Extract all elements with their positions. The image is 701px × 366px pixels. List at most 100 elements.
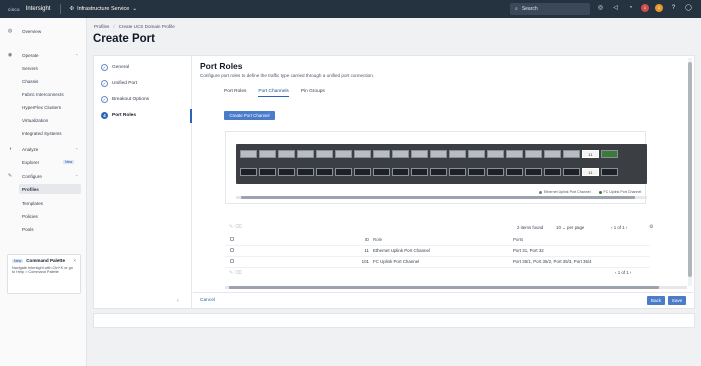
switch-port[interactable]	[468, 168, 485, 176]
switch-port[interactable]	[354, 150, 371, 158]
gear-icon[interactable]: ⚙	[649, 224, 653, 230]
switch-port[interactable]	[335, 168, 352, 176]
switch-port[interactable]	[525, 150, 542, 158]
sidebar-item-explorer[interactable]: Explorer New	[0, 157, 87, 167]
row-checkbox[interactable]	[230, 248, 234, 252]
help-icon[interactable]: ?	[669, 3, 678, 12]
switch-port[interactable]	[278, 168, 295, 176]
create-port-channel-button[interactable]: Create Port Channel	[224, 111, 275, 120]
switch-port[interactable]	[544, 150, 561, 158]
tab-port-channels[interactable]: Port Channels	[258, 89, 289, 97]
sidebar-item-pools[interactable]: Pools	[0, 224, 87, 234]
switch-port[interactable]	[411, 168, 428, 176]
switch-port[interactable]	[563, 168, 580, 176]
sidebar-item-hyperflex-clusters[interactable]: HyperFlex Clusters	[0, 102, 87, 112]
switch-port[interactable]	[487, 168, 504, 176]
cancel-button[interactable]: Cancel	[200, 298, 215, 303]
megaphone-icon[interactable]: ◁	[611, 3, 620, 12]
switch-port[interactable]	[487, 150, 504, 158]
scrollbar-thumb[interactable]	[688, 62, 692, 277]
tab-pin-groups[interactable]: Pin Groups	[301, 89, 325, 97]
switch-port[interactable]	[316, 168, 333, 176]
switch-port[interactable]	[373, 168, 390, 176]
top-bar: cisco Intersight ✣ Infrastructure Servic…	[0, 0, 701, 18]
switch-port[interactable]	[392, 150, 409, 158]
column-header-id[interactable]: ID	[243, 234, 373, 246]
switch-scrollbar[interactable]	[236, 196, 647, 199]
sidebar-item-label: Fabric Interconnects	[22, 91, 64, 97]
switch-port[interactable]	[544, 168, 561, 176]
check-circle-icon[interactable]: ◎	[596, 3, 605, 12]
sidebar-section-analyze[interactable]: ◑ Analyze ⌃	[0, 144, 87, 154]
pagination[interactable]: ‹ 1 of 1 ›	[611, 225, 627, 230]
switch-port[interactable]	[506, 150, 523, 158]
switch-port[interactable]	[240, 150, 257, 158]
sidebar-item-overview[interactable]: ◍ Overview	[0, 26, 87, 36]
sidebar-section-configure[interactable]: ✎ Configure ⌃	[0, 171, 87, 181]
column-header-ports[interactable]: Ports	[513, 234, 650, 246]
sidebar-item-integrated-systems[interactable]: Integrated Systems	[0, 128, 87, 138]
sidebar-item-chassis[interactable]: Chassis	[0, 76, 87, 86]
select-all-checkbox[interactable]	[230, 236, 234, 241]
back-button[interactable]: Back	[647, 296, 665, 305]
sidebar-item-profiles[interactable]: Profiles	[19, 184, 81, 194]
user-icon[interactable]: ◯	[684, 3, 693, 12]
close-icon[interactable]: ×	[73, 258, 76, 263]
table-row[interactable]: 101 FC Uplink Port Channel Port 35/1, Po…	[225, 256, 650, 268]
switch-port[interactable]	[373, 150, 390, 158]
table-row[interactable]: 11 Ethernet Uplink Port Channel Port 31,…	[225, 245, 650, 257]
step-port-roles[interactable]: 4 Port Roles	[101, 112, 136, 119]
active-step-indicator	[190, 109, 192, 123]
breadcrumb-link-profiles[interactable]: Profiles	[94, 24, 109, 29]
switch-port[interactable]	[297, 168, 314, 176]
switch-port[interactable]	[335, 150, 352, 158]
switch-port[interactable]	[392, 168, 409, 176]
sidebar-section-operate[interactable]: ◉ Operate ⌃	[0, 50, 87, 60]
switch-port[interactable]	[354, 168, 371, 176]
column-header-role[interactable]: Role	[373, 234, 513, 246]
switch-port[interactable]	[316, 150, 333, 158]
sidebar-item-templates[interactable]: Templates	[0, 198, 87, 208]
switch-port[interactable]	[449, 168, 466, 176]
vertical-scrollbar[interactable]	[688, 58, 692, 286]
tab-port-roles[interactable]: Port Roles	[224, 89, 246, 97]
switch-port[interactable]	[601, 168, 618, 176]
switch-port[interactable]	[297, 150, 314, 158]
per-page-selector[interactable]: 10 ⌄ per page	[556, 225, 584, 231]
switch-port[interactable]: 11	[582, 150, 599, 158]
horizontal-scrollbar[interactable]	[225, 286, 687, 289]
step-unified-port[interactable]: ✓ Unified Port	[101, 80, 137, 87]
switch-port[interactable]	[506, 168, 523, 176]
breadcrumb-link-create-domain-profile[interactable]: Create UCS Domain Profile	[119, 24, 175, 29]
switch-port[interactable]	[259, 168, 276, 176]
pagination-bottom[interactable]: ‹ 1 of 1 ›	[615, 270, 631, 275]
scrollbar-thumb[interactable]	[241, 196, 635, 199]
sidebar-item-servers[interactable]: Servers	[0, 63, 87, 73]
switch-port[interactable]	[468, 150, 485, 158]
switch-port[interactable]	[430, 150, 447, 158]
switch-port[interactable]	[525, 168, 542, 176]
switch-port[interactable]	[411, 150, 428, 158]
switch-port[interactable]	[259, 150, 276, 158]
switch-port[interactable]	[563, 150, 580, 158]
service-switcher[interactable]: ✣ Infrastructure Service ⌄	[69, 6, 137, 12]
save-button[interactable]: Save	[668, 296, 686, 305]
step-breakout-options[interactable]: ✓ Breakout Options	[101, 96, 149, 103]
search-input[interactable]: ⌕ Search	[510, 3, 590, 15]
switch-port[interactable]: 11	[582, 168, 599, 176]
alarm-warning-badge[interactable]: 1	[655, 3, 663, 12]
switch-port[interactable]	[240, 168, 257, 176]
switch-port[interactable]	[449, 150, 466, 158]
sidebar-item-virtualization[interactable]: Virtualization	[0, 115, 87, 125]
switch-port[interactable]	[601, 150, 618, 158]
alarm-critical-badge[interactable]: 1	[641, 3, 649, 12]
scrollbar-thumb[interactable]	[229, 286, 659, 289]
chevron-left-icon[interactable]: ‹	[177, 298, 179, 304]
row-checkbox[interactable]	[230, 259, 234, 263]
step-general[interactable]: ✓ General	[101, 64, 129, 71]
sidebar-item-policies[interactable]: Policies	[0, 211, 87, 221]
switch-port[interactable]	[430, 168, 447, 176]
bell-icon[interactable]: ◔	[626, 3, 635, 12]
sidebar-item-fabric-interconnects[interactable]: Fabric Interconnects	[0, 89, 87, 99]
switch-port[interactable]	[278, 150, 295, 158]
